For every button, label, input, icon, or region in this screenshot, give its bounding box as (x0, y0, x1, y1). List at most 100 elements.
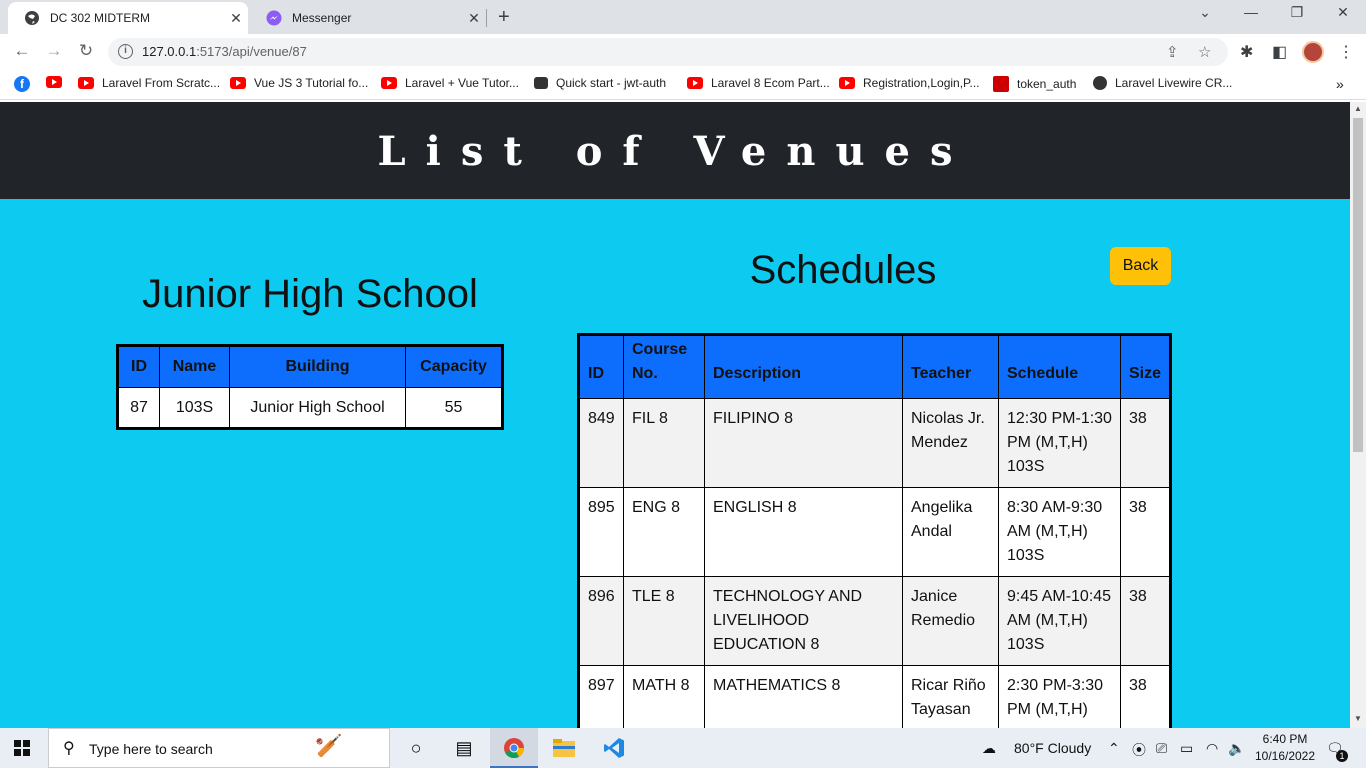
globe-icon (1093, 76, 1107, 90)
globe-icon (24, 10, 40, 26)
widgets-icon[interactable]: ▤ (440, 728, 488, 768)
table-row: 895 ENG 8 ENGLISH 8 Angelika Andal 8:30 … (578, 487, 1172, 577)
column-header: Capacity (405, 345, 503, 388)
table-header-row: ID Course No. Description Teacher Schedu… (578, 334, 1172, 399)
back-button[interactable]: Back (1110, 247, 1171, 285)
more-bookmarks-icon[interactable]: » (1336, 76, 1344, 92)
vscode-icon[interactable] (590, 728, 638, 768)
table-cell: 896 (578, 576, 624, 666)
bookmark-item[interactable]: Vue JS 3 Tutorial fo... (230, 76, 368, 90)
messenger-icon (266, 10, 282, 26)
back-arrow-icon[interactable]: ← (10, 41, 34, 63)
close-icon[interactable]: ✕ (224, 10, 248, 27)
tab-dc302[interactable]: DC 302 MIDTERM ✕ (8, 2, 248, 34)
side-panel-icon[interactable]: ◧ (1272, 42, 1287, 62)
page-content: List of Venues Junior High School Schedu… (0, 102, 1350, 728)
table-cell: MATH 8 (623, 665, 705, 728)
extensions-icon[interactable]: ✱ (1240, 42, 1253, 62)
table-cell: Angelika Andal (902, 487, 999, 577)
table-cell: Janice Remedio (902, 576, 999, 666)
browser-toolbar: ← → ↻ i 127.0.0.1:5173/api/venue/87 ⇪ ☆ … (0, 34, 1366, 70)
windows-start-icon[interactable] (14, 740, 30, 756)
clock-date: 10/16/2022 (1254, 749, 1316, 763)
youtube-icon (78, 77, 94, 89)
table-row: 897 MATH 8 MATHEMATICS 8 Ricar Riño Taya… (578, 665, 1172, 728)
browser-tab-bar: DC 302 MIDTERM ✕ Messenger ✕ + ⌄ — ❐ ✕ (0, 0, 1366, 34)
column-header: Description (704, 334, 903, 399)
forward-arrow-icon[interactable]: → (42, 41, 66, 63)
new-tab-icon[interactable]: + (498, 6, 510, 29)
chrome-taskbar-icon[interactable] (490, 728, 538, 768)
notification-badge: 1 (1336, 750, 1348, 762)
menu-icon[interactable]: ⋮ (1338, 42, 1354, 62)
youtube-icon (230, 77, 246, 89)
youtube-icon (687, 77, 703, 89)
meet-now-icon[interactable]: ⎚ (1156, 740, 1167, 757)
volume-icon[interactable]: 🔈 (1228, 740, 1245, 757)
column-header: ID (578, 334, 624, 399)
taskbar-clock[interactable]: 6:40 PM 10/16/2022 (1248, 731, 1322, 765)
venue-title: Junior High School (142, 272, 478, 316)
table-cell: TECHNOLOGY AND LIVELIHOOD EDUCATION 8 (704, 576, 903, 666)
clock-time: 6:40 PM (1262, 732, 1308, 746)
close-icon[interactable]: ✕ (462, 10, 486, 27)
tab-search-icon[interactable]: ⌄ (1182, 4, 1228, 21)
table-cell: 38 (1119, 665, 1172, 728)
book-icon (534, 77, 548, 89)
avatar[interactable] (1302, 41, 1324, 63)
bookmark-item[interactable]: Laravel + Vue Tutor... (381, 76, 519, 90)
youtube-icon (381, 77, 397, 89)
search-icon: ⚲ (63, 740, 75, 757)
battery-icon[interactable]: ▭ (1180, 740, 1193, 757)
page-title: List of Venues (377, 128, 973, 175)
share-icon[interactable]: ⇪ (1166, 43, 1179, 61)
bookmark-item[interactable]: Quick start - jwt-auth (534, 76, 666, 90)
column-header: Name (159, 345, 230, 388)
reload-icon[interactable]: ↻ (74, 41, 98, 63)
scroll-down-icon[interactable]: ▼ (1350, 714, 1366, 723)
chevron-up-icon[interactable]: ⌃ (1108, 740, 1120, 757)
windows-taskbar: ⚲ Type here to search 🏏 ○ ▤ ☁ 80°F Cloud… (0, 728, 1366, 768)
bookmark-youtube[interactable] (46, 76, 70, 88)
window-close-icon[interactable]: ✕ (1320, 4, 1366, 21)
wifi-icon[interactable]: ◠ (1206, 740, 1218, 757)
taskbar-search-input[interactable]: ⚲ Type here to search 🏏 (48, 728, 390, 768)
tab-separator (486, 9, 487, 27)
record-icon[interactable]: ⦿ (1132, 740, 1146, 760)
table-cell: 897 (578, 665, 624, 728)
tab-messenger[interactable]: Messenger ✕ (250, 2, 486, 34)
schedules-table: ID Course No. Description Teacher Schedu… (577, 333, 1173, 728)
table-row: 849 FIL 8 FILIPINO 8 Nicolas Jr. Mendez … (578, 398, 1172, 488)
url-text: 127.0.0.1:5173/api/venue/87 (142, 44, 307, 59)
task-view-icon[interactable]: ○ (392, 728, 440, 768)
minimize-icon[interactable]: — (1228, 4, 1274, 20)
search-placeholder: Type here to search (89, 741, 213, 757)
table-cell: 38 (1119, 487, 1172, 577)
column-header: Course No. (623, 334, 705, 399)
restore-icon[interactable]: ❐ (1274, 4, 1320, 21)
site-info-icon[interactable]: i (118, 44, 133, 59)
tab-title: Messenger (292, 11, 352, 25)
token-icon (993, 76, 1009, 92)
address-bar[interactable]: i 127.0.0.1:5173/api/venue/87 ⇪ ☆ (108, 38, 1228, 66)
scroll-up-icon[interactable]: ▲ (1350, 104, 1366, 113)
bookmark-item[interactable]: Registration,Login,P... (839, 76, 980, 90)
youtube-icon (839, 77, 855, 89)
bookmark-item[interactable]: Laravel 8 Ecom Part... (687, 76, 830, 90)
table-cell: TLE 8 (623, 576, 705, 666)
file-explorer-icon[interactable] (540, 728, 588, 768)
scrollbar-thumb[interactable] (1353, 118, 1363, 452)
schedules-title: Schedules (749, 248, 937, 292)
bookmark-item[interactable]: Laravel From Scratc... (78, 76, 220, 90)
vertical-scrollbar[interactable]: ▲ ▼ (1350, 102, 1366, 728)
cloud-icon: ☁ (982, 740, 996, 756)
bookmark-item[interactable]: Laravel Livewire CR... (1093, 76, 1232, 90)
bookmark-facebook[interactable]: f (14, 76, 38, 92)
star-icon[interactable]: ☆ (1198, 43, 1211, 61)
weather-text[interactable]: 80°F Cloudy (1014, 740, 1091, 756)
bookmarks-bar: f Laravel From Scratc... Vue JS 3 Tutori… (0, 70, 1366, 100)
bookmark-item[interactable]: token_auth (993, 76, 1076, 92)
youtube-icon (46, 76, 62, 88)
table-cell: Junior High School (229, 387, 406, 429)
table-cell: ENGLISH 8 (704, 487, 903, 577)
